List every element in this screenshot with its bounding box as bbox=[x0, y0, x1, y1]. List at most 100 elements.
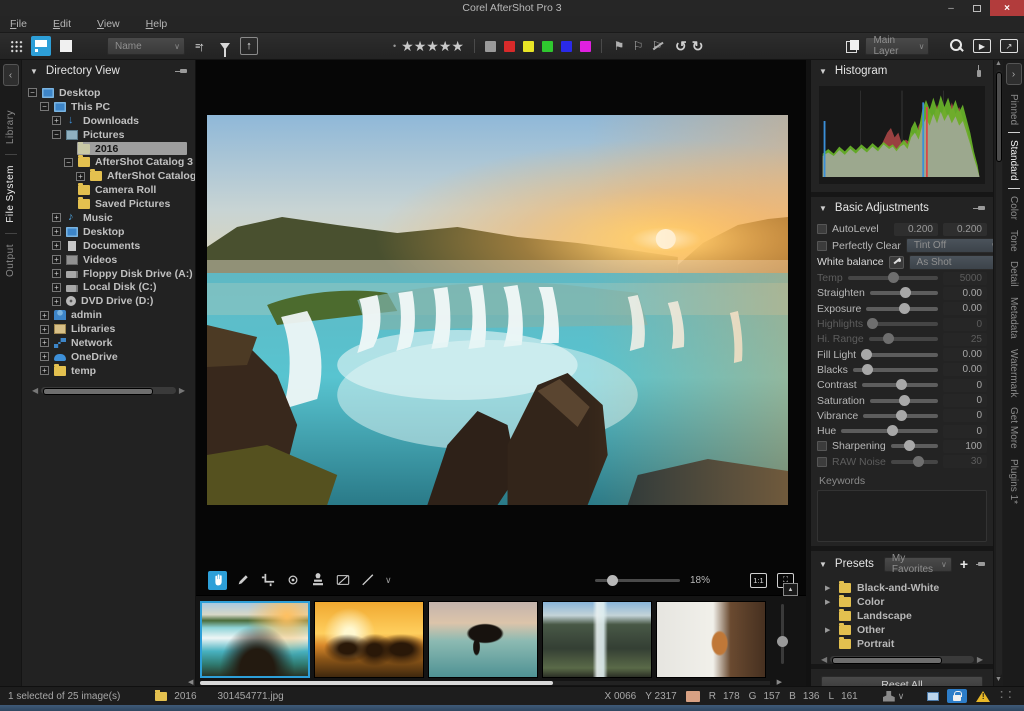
thumbnail-waterfall-sunset[interactable] bbox=[200, 601, 310, 678]
filter-button[interactable] bbox=[215, 36, 235, 56]
tree-item-documents[interactable]: +Documents bbox=[28, 239, 195, 253]
redo-button[interactable]: ↻ bbox=[692, 38, 704, 55]
slider-handle[interactable] bbox=[896, 410, 907, 421]
adjustment-value[interactable]: 0 bbox=[943, 425, 987, 438]
adjustment-value[interactable]: 0 bbox=[943, 318, 987, 331]
flag-reject-icon[interactable]: ⚐ bbox=[650, 39, 664, 53]
slider-handle[interactable] bbox=[900, 287, 911, 298]
no-rating-dot-icon[interactable]: • bbox=[393, 41, 396, 51]
scroll-right-icon[interactable]: ▶ bbox=[977, 655, 983, 664]
tree-item-network[interactable]: +Network bbox=[28, 336, 195, 350]
flag-pick-icon[interactable]: ⚑ bbox=[612, 39, 626, 53]
scroll-left-icon[interactable]: ◀ bbox=[821, 655, 827, 664]
add-preset-button[interactable]: + bbox=[960, 556, 968, 572]
tree-expander[interactable]: + bbox=[52, 283, 61, 292]
color-label-0[interactable] bbox=[485, 41, 496, 52]
right-tab-color[interactable]: Color bbox=[1008, 193, 1019, 223]
adjustment-value[interactable]: 0 bbox=[943, 409, 987, 422]
tree-item-aftershot-catalog-3-b[interactable]: −AfterShot Catalog 3 B bbox=[28, 155, 195, 169]
tint-dropdown[interactable]: Tint Off∨ bbox=[906, 238, 1002, 253]
autolevel-checkbox[interactable] bbox=[817, 224, 827, 234]
slider-handle[interactable] bbox=[899, 303, 910, 314]
tree-item-dvd-drive-d-[interactable]: +DVD Drive (D:) bbox=[28, 294, 195, 308]
left-tab-library[interactable]: Library bbox=[5, 106, 16, 148]
scroll-left-icon[interactable]: ◀ bbox=[188, 678, 193, 686]
adjustment-slider[interactable] bbox=[863, 414, 938, 418]
tree-item-videos[interactable]: +Videos bbox=[28, 253, 195, 267]
fullscreen-button[interactable]: ↗ bbox=[1000, 39, 1018, 53]
slider-handle[interactable] bbox=[896, 379, 907, 390]
adjustment-slider[interactable] bbox=[868, 322, 938, 326]
thumbnail-black-horse[interactable] bbox=[428, 601, 538, 678]
adjustment-slider[interactable] bbox=[848, 276, 938, 280]
color-label-2[interactable] bbox=[523, 41, 534, 52]
slider-handle[interactable] bbox=[899, 395, 910, 406]
adjustment-slider[interactable] bbox=[891, 460, 938, 464]
tree-item-desktop[interactable]: −Desktop bbox=[28, 86, 195, 100]
tree-item-this-pc[interactable]: −This PC bbox=[28, 100, 195, 114]
export-button[interactable]: ↑ bbox=[240, 37, 258, 55]
collapse-triangle-icon[interactable]: ▼ bbox=[819, 204, 827, 213]
adjustment-slider[interactable] bbox=[870, 399, 938, 403]
thumbnail-horses-sunset[interactable] bbox=[314, 601, 424, 678]
menu-item-view[interactable]: View bbox=[97, 18, 120, 30]
tree-expander[interactable]: + bbox=[52, 213, 61, 222]
right-tab-metadata[interactable]: Metadata bbox=[1008, 294, 1019, 342]
menu-item-file[interactable]: File bbox=[10, 18, 27, 30]
thumbnail-fox-tree[interactable] bbox=[656, 601, 766, 678]
tree-expander[interactable]: + bbox=[52, 269, 61, 278]
slider-handle[interactable] bbox=[913, 456, 924, 467]
adjustment-value[interactable]: 0.00 bbox=[943, 287, 987, 300]
adjustment-value[interactable]: 0.00 bbox=[943, 348, 987, 361]
tree-item-downloads[interactable]: +Downloads bbox=[28, 114, 195, 128]
tree-item-admin[interactable]: +admin bbox=[28, 308, 195, 322]
directory-hscrollbar[interactable]: ◀ ▶ bbox=[32, 386, 185, 395]
chevron-down-icon[interactable]: ∨ bbox=[385, 575, 392, 586]
tree-expander[interactable]: + bbox=[52, 297, 61, 306]
collapse-triangle-icon[interactable]: ▼ bbox=[819, 560, 827, 569]
right-tab-tone[interactable]: Tone bbox=[1008, 227, 1019, 255]
collapse-left-panel-button[interactable]: ‹ bbox=[3, 64, 19, 86]
tree-expander[interactable]: + bbox=[76, 172, 85, 181]
single-view-button[interactable] bbox=[56, 36, 76, 56]
autolevel-value-1[interactable]: 0.200 bbox=[894, 223, 938, 236]
tree-expander[interactable]: + bbox=[52, 227, 61, 236]
filmstrip-scroll-thumb[interactable] bbox=[200, 681, 553, 685]
color-label-5[interactable] bbox=[580, 41, 591, 52]
color-label-3[interactable] bbox=[542, 41, 553, 52]
layer-dropdown[interactable]: Main Layer∨ bbox=[865, 37, 929, 55]
tree-expander[interactable]: + bbox=[40, 311, 49, 320]
adjustment-value[interactable]: 30 bbox=[943, 455, 987, 468]
collapse-triangle-icon[interactable]: ▼ bbox=[30, 67, 38, 76]
chevron-down-icon[interactable]: ∨ bbox=[898, 691, 905, 702]
adjustment-slider[interactable] bbox=[869, 337, 938, 341]
menu-item-help[interactable]: Help bbox=[146, 18, 168, 30]
tree-item-camera-roll[interactable]: Camera Roll bbox=[28, 183, 195, 197]
grid-view-button[interactable] bbox=[6, 36, 26, 56]
tree-expander[interactable]: − bbox=[28, 88, 37, 97]
scroll-up-icon[interactable]: ▲ bbox=[995, 60, 1002, 70]
straighten-tool-button[interactable] bbox=[358, 571, 377, 590]
tree-expander[interactable]: − bbox=[52, 130, 61, 139]
right-panel-scrollbar[interactable]: ▲ ▼ bbox=[993, 60, 1003, 686]
pen-tool-button[interactable] bbox=[233, 571, 252, 590]
adjustment-value[interactable]: 100 bbox=[943, 440, 987, 453]
hand-tool-button[interactable] bbox=[208, 571, 227, 590]
adjustment-slider[interactable] bbox=[841, 429, 938, 433]
presets-hscrollbar[interactable]: ◀ ▶ bbox=[821, 655, 983, 664]
rating-control[interactable]: •★★★★★ bbox=[393, 38, 464, 55]
preset-folder-portrait[interactable]: Portrait bbox=[825, 637, 993, 651]
white-balance-dropper-button[interactable] bbox=[889, 256, 904, 269]
tree-item-floppy-disk-drive-a-[interactable]: +Floppy Disk Drive (A:) bbox=[28, 267, 195, 281]
close-button[interactable]: × bbox=[990, 0, 1024, 16]
adjustment-value[interactable]: 0.00 bbox=[943, 302, 987, 315]
presets-dropdown[interactable]: My Favorites∨ bbox=[884, 557, 952, 572]
crop-tool-button[interactable] bbox=[258, 571, 277, 590]
adjustment-value[interactable]: 0 bbox=[943, 379, 987, 392]
hscrollbar-thumb[interactable] bbox=[832, 657, 942, 664]
autolevel-value-2[interactable]: 0.200 bbox=[943, 223, 987, 236]
browse-view-button[interactable] bbox=[31, 36, 51, 56]
tree-expander[interactable]: + bbox=[40, 366, 49, 375]
tree-item-aftershot-catalog[interactable]: +AfterShot Catalog bbox=[28, 169, 195, 183]
pin-icon[interactable] bbox=[175, 67, 187, 75]
